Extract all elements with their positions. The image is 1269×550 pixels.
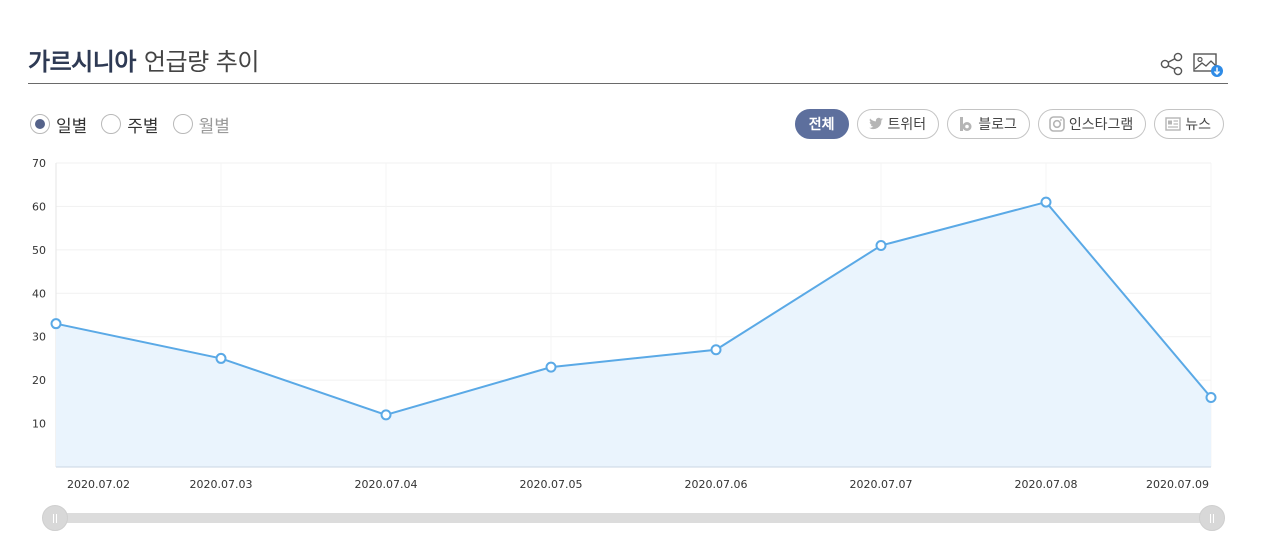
filter-instagram-button[interactable]: 인스타그램 [1037,109,1147,139]
instagram-icon [1048,115,1066,133]
data-point [1040,196,1052,208]
filter-instagram-label: 인스타그램 [1068,117,1134,133]
data-point [545,361,557,373]
scrollbar-track[interactable] [56,513,1212,523]
series-area [56,202,1211,468]
scrollbar-right-handle[interactable] [1199,505,1225,531]
data-point [710,344,722,356]
filter-blog-label: 블로그 [978,117,1017,133]
mention-trend-chart: 10 20 30 40 50 60 70 2020.07.02 2020.07.03 2020.0… [32,157,1217,491]
x-tick-label: 2020.07.07 [850,478,913,491]
filter-twitter-button[interactable]: 트위터 [856,109,940,139]
radio-monthly[interactable]: 월별 [172,112,230,137]
scrollbar-left-handle[interactable] [42,505,68,531]
data-point [875,240,887,252]
radio-weekly-circle[interactable] [101,114,122,134]
x-tick-label: 2020.07.08 [1015,478,1078,491]
y-tick-label: 30 [32,331,46,344]
radio-daily[interactable]: 일별 [30,112,87,137]
radio-monthly-circle[interactable] [172,114,193,134]
blog-icon [957,115,975,133]
source-filter-group: 전체 트위터 블로그 인스타그램 뉴스 [787,109,1224,139]
y-tick-label: 40 [32,287,46,300]
data-point [50,318,62,330]
x-tick-label: 2020.07.04 [355,478,418,491]
filter-blog-button[interactable]: 블로그 [947,109,1030,139]
radio-monthly-label: 월별 [198,116,230,137]
data-point [1205,392,1217,404]
x-tick-label: 2020.07.05 [520,478,583,491]
radio-weekly-label: 주별 [127,116,159,137]
filter-news-button[interactable]: 뉴스 [1154,109,1224,139]
y-tick-label: 20 [32,374,46,387]
y-tick-label: 10 [32,418,46,431]
twitter-icon [867,115,885,133]
filter-all-button[interactable]: 전체 [794,109,849,139]
radio-daily-circle[interactable] [30,114,50,134]
data-point [215,352,227,364]
y-tick-label: 60 [32,200,46,213]
x-tick-label: 2020.07.02 [67,478,130,491]
chart-header: 가르시니아 언급량 추이 [28,38,1228,84]
y-tick-label: 50 [32,244,46,257]
data-point [380,409,392,421]
header-divider [28,83,1228,84]
image-download-icon[interactable] [1192,51,1224,79]
share-icon[interactable] [1158,51,1186,77]
range-scrollbar[interactable] [42,504,1226,532]
filter-news-label: 뉴스 [1185,117,1211,133]
news-icon [1164,115,1182,133]
header-actions [1158,51,1228,79]
title-keyword: 가르시니아 [28,48,136,76]
y-tick-label: 70 [32,157,46,170]
x-tick-label: 2020.07.06 [685,478,748,491]
page-title: 가르시니아 언급량 추이 [28,42,259,77]
title-suffix: 언급량 추이 [143,48,260,76]
x-tick-label: 2020.07.03 [190,478,253,491]
filter-twitter-label: 트위터 [887,117,927,133]
x-tick-label: 2020.07.09 [1146,478,1209,491]
period-selector: 일별 주별 월별 [30,112,244,137]
radio-daily-label: 일별 [56,116,88,137]
radio-weekly[interactable]: 주별 [101,112,159,137]
